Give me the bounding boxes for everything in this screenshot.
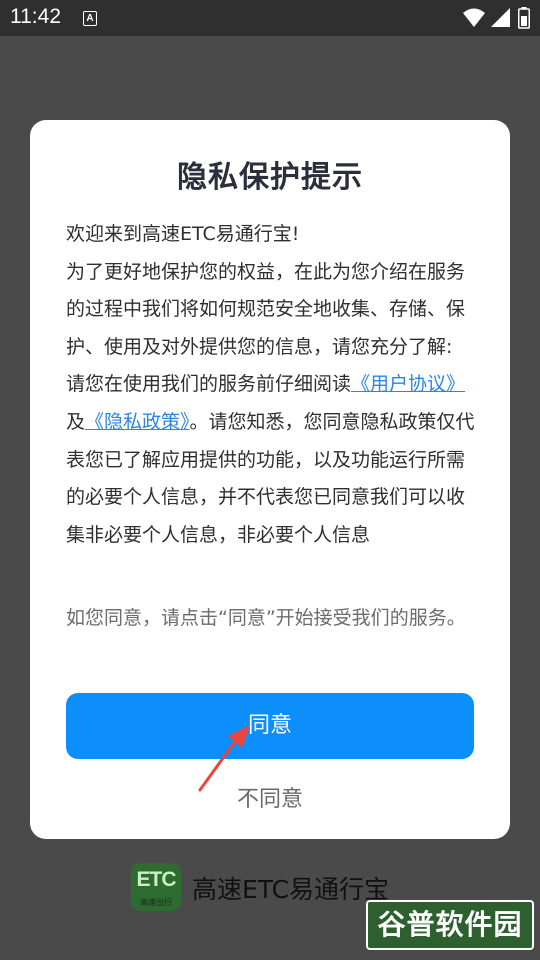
privacy-dialog: 隐私保护提示 欢迎来到高速ETC易通行宝! 为了更好地保护您的权益，在此为您介绍…	[30, 120, 510, 839]
battery-icon	[518, 7, 530, 29]
status-time: 11:42	[10, 5, 61, 28]
intro-text: 为了更好地保护您的权益，在此为您介绍在服务的过程中我们将如何规范安全地收集、存储…	[66, 260, 466, 358]
privacy-policy-link[interactable]: 《隐私政策》	[85, 411, 190, 433]
agreement-text: 请您在使用我们的服务前仔细阅读《用户协议》及《隐私政策》。请您知悉，您同意隐私政…	[66, 366, 476, 554]
agree-button[interactable]: 同意	[66, 693, 474, 759]
app-logo-subtext: 高速出行	[140, 898, 172, 907]
watermark: 谷普软件园	[366, 900, 534, 950]
status-bar: 11:42 A	[0, 0, 540, 36]
annotation-arrow-icon	[198, 725, 250, 792]
wifi-icon	[463, 8, 485, 27]
user-agreement-link[interactable]: 《用户协议》	[351, 373, 465, 395]
signal-icon	[491, 8, 510, 27]
welcome-text: 欢迎来到高速ETC易通行宝!	[66, 223, 300, 245]
disagree-button[interactable]: 不同意	[66, 780, 474, 820]
app-name: 高速ETC易通行宝	[192, 875, 390, 904]
agreement-text-pre: 请您在使用我们的服务前仔细阅读	[66, 373, 352, 396]
app-logo-text: ETC	[136, 868, 177, 891]
dialog-title: 隐私保护提示	[177, 160, 363, 195]
privacy-text-scroll[interactable]: 欢迎来到高速ETC易通行宝! 为了更好地保护您的权益，在此为您介绍在服务的过程中…	[66, 216, 476, 578]
a-icon: A	[83, 11, 97, 26]
app-logo: ETC 高速出行	[131, 863, 181, 911]
agreement-text-and: 及	[66, 410, 86, 433]
consent-notice: 如您同意，请点击“同意”开始接受我们的服务。	[66, 607, 466, 629]
